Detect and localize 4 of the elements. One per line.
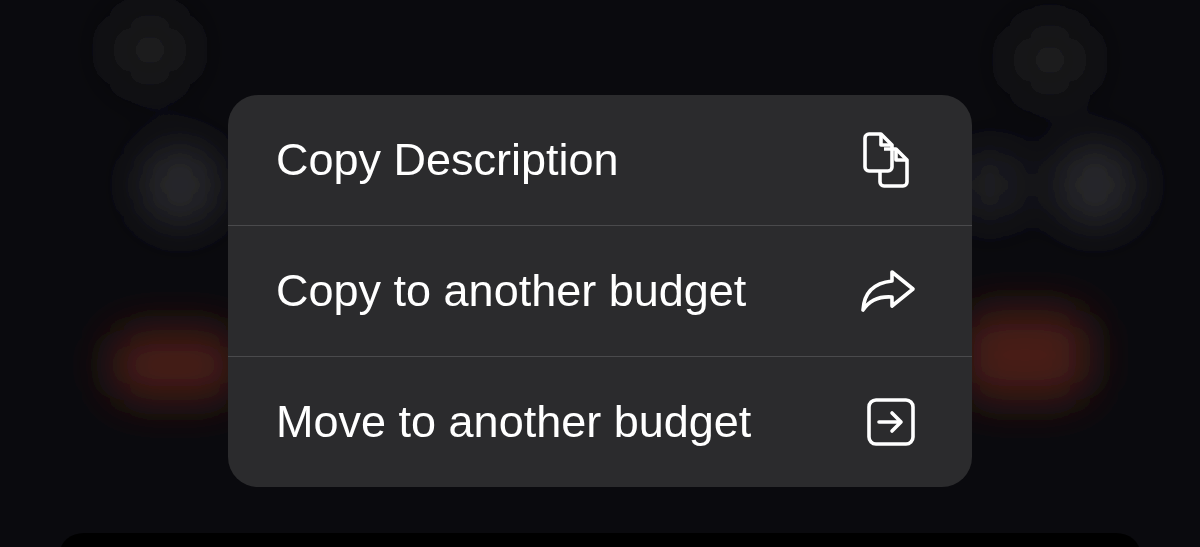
forward-arrow-icon	[860, 269, 916, 313]
menu-item[interactable]: Copy to another budget	[228, 226, 972, 356]
menu-item[interactable]: Move to another budget	[228, 357, 972, 487]
menu-item[interactable]: Copy Description	[228, 95, 972, 225]
